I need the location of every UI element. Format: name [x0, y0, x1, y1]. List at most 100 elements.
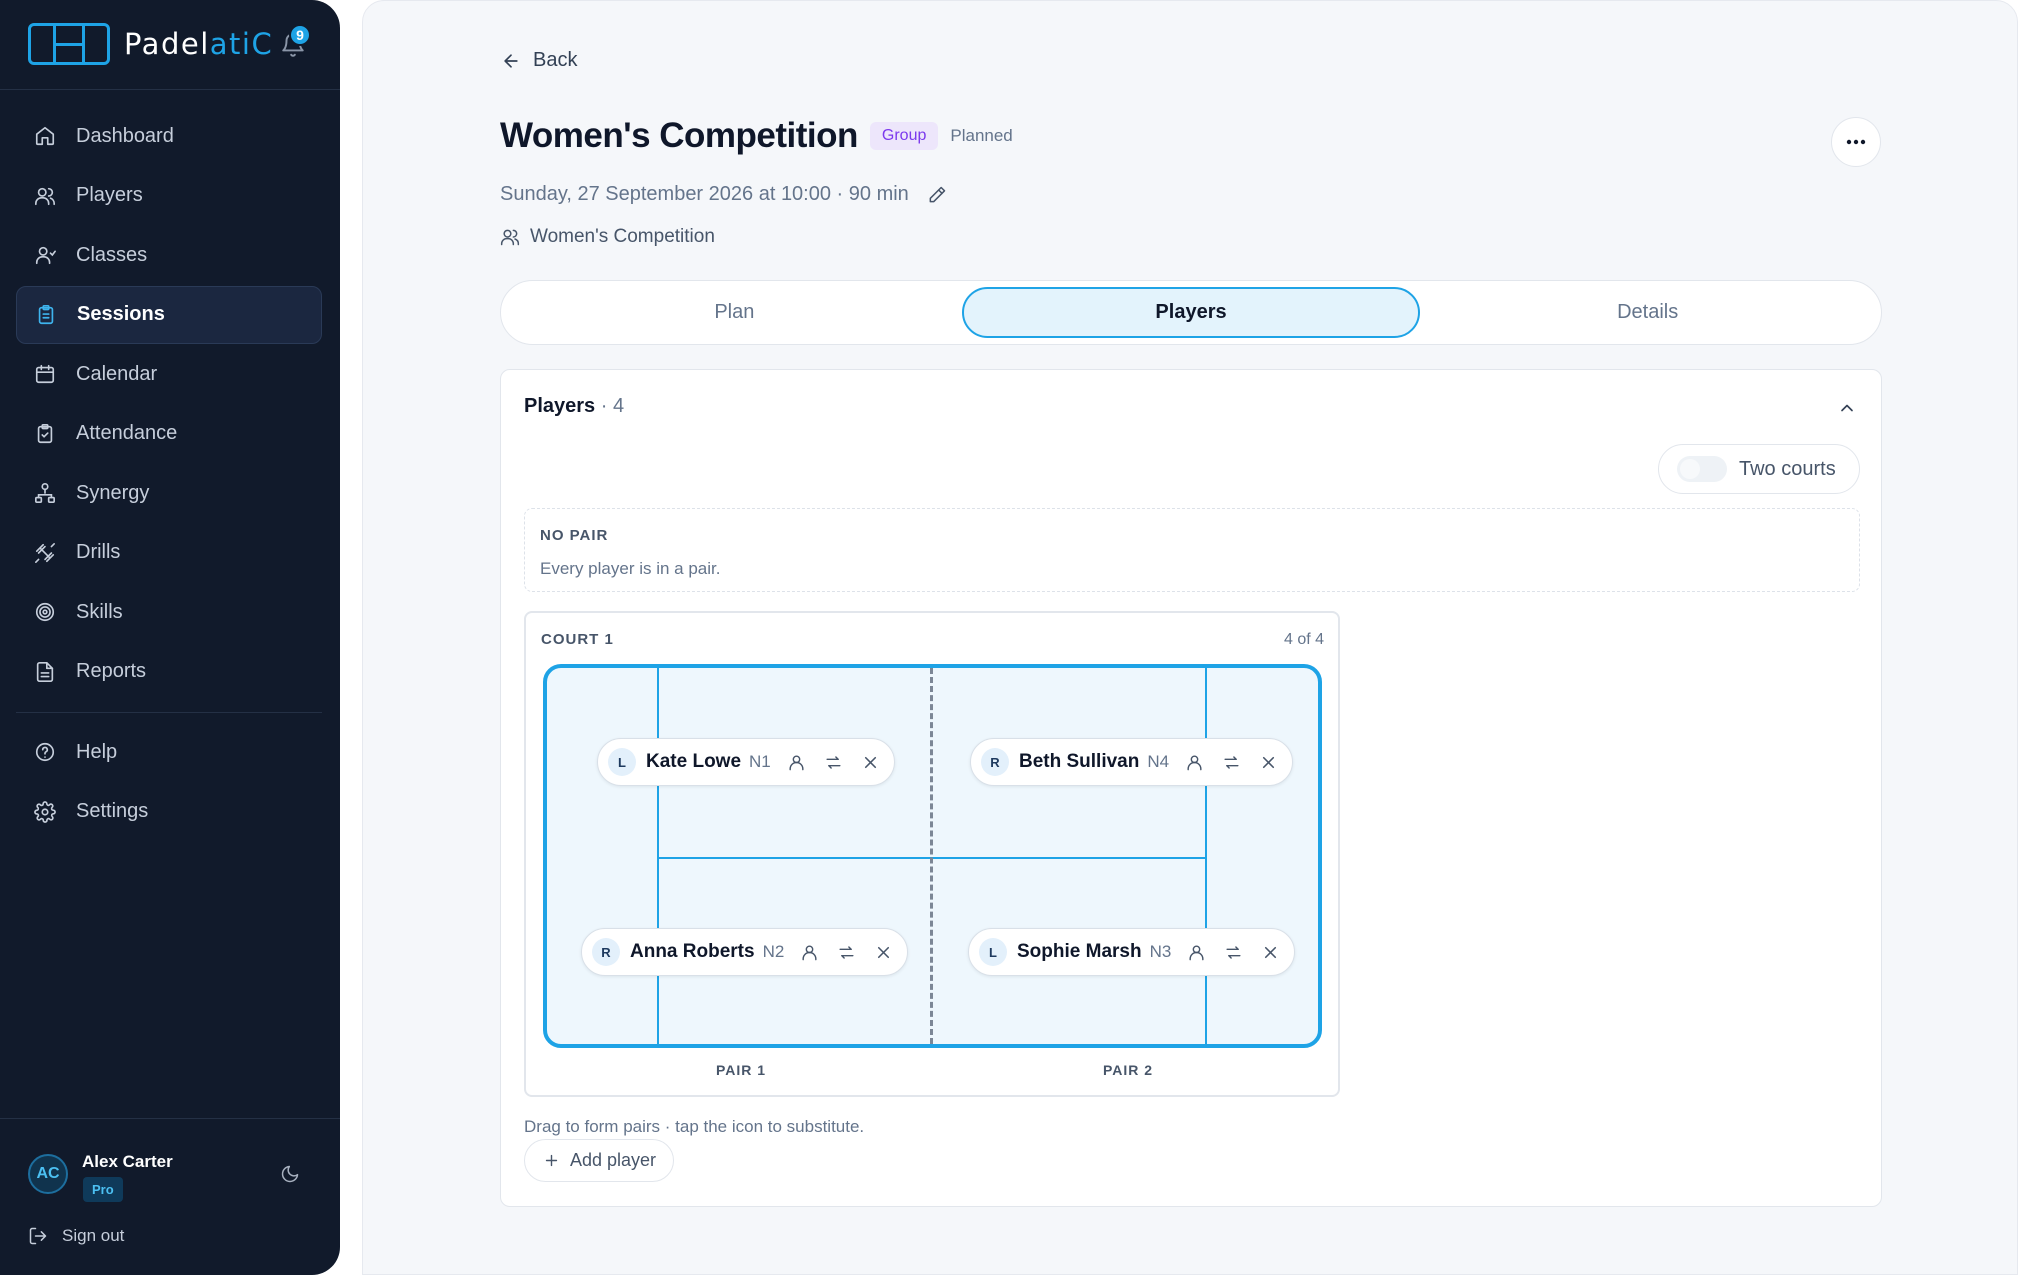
- add-player-button[interactable]: Add player: [524, 1139, 674, 1182]
- tab-bar: Plan Players Details: [500, 280, 1882, 345]
- sidebar-item-help[interactable]: Help: [16, 723, 322, 781]
- session-type-badge: Group: [869, 122, 939, 150]
- users-icon: [35, 187, 55, 205]
- drag-hint: Drag to form pairs · tap the icon to sub…: [524, 1117, 865, 1136]
- sidebar-item-players[interactable]: Players: [16, 167, 322, 225]
- more-options-button[interactable]: [1831, 117, 1881, 167]
- divider: [16, 712, 322, 713]
- tab-details[interactable]: Details: [1420, 287, 1875, 338]
- swap-icon[interactable]: [837, 943, 856, 962]
- sidebar-item-label: Sessions: [77, 303, 165, 325]
- court-card: COURT 1 4 of 4 L Kate Lowe N1 R Beth Sul…: [524, 611, 1340, 1097]
- sidebar-item-label: Dashboard: [76, 124, 174, 147]
- player-level: N1: [749, 752, 771, 771]
- ellipsis-icon: [1846, 139, 1866, 145]
- user-icon[interactable]: [1187, 943, 1206, 962]
- sidebar-item-label: Classes: [76, 243, 148, 266]
- no-pair-text: Every player is in a pair.: [540, 559, 721, 578]
- divider: [0, 1118, 340, 1119]
- swap-icon[interactable]: [1224, 943, 1243, 962]
- players-count: · 4: [600, 395, 625, 417]
- player-chip-kate-lowe[interactable]: L Kate Lowe N1: [597, 738, 895, 786]
- page-title: Women's Competition: [500, 116, 858, 155]
- pencil-icon[interactable]: [927, 185, 947, 205]
- sidebar-bottom-nav: Help Settings: [16, 723, 322, 842]
- users-icon: [500, 229, 520, 246]
- two-courts-label: Two courts: [1739, 457, 1836, 480]
- toggle-switch[interactable]: [1677, 456, 1727, 482]
- player-name: Kate Lowe: [646, 751, 742, 772]
- padel-court[interactable]: L Kate Lowe N1 R Beth Sullivan N4 R Anna…: [543, 664, 1322, 1048]
- close-icon[interactable]: [874, 943, 893, 962]
- sidebar-item-label: Attendance: [76, 422, 178, 444]
- sidebar-item-drills[interactable]: Drills: [16, 524, 322, 582]
- sidebar-item-classes[interactable]: Classes: [16, 226, 322, 284]
- swap-icon[interactable]: [824, 753, 843, 772]
- court-label: COURT 1: [541, 631, 614, 648]
- back-button[interactable]: Back: [501, 49, 577, 72]
- players-card: Players · 4 Two courts NO PAIR Every pla…: [500, 369, 1882, 1207]
- brand[interactable]: PadelatiC: [28, 22, 273, 66]
- court-count: 4 of 4: [1283, 631, 1324, 648]
- sidebar-item-dashboard[interactable]: Dashboard: [16, 107, 322, 165]
- pair-label: PAIR 1: [716, 1062, 767, 1078]
- side-badge: L: [608, 748, 636, 776]
- close-icon[interactable]: [1261, 943, 1280, 962]
- user-profile[interactable]: AC Alex Carter Pro: [28, 1152, 318, 1212]
- tab-players[interactable]: Players: [961, 287, 1421, 338]
- sidebar-item-label: Skills: [76, 600, 123, 623]
- player-level: N3: [1149, 942, 1172, 961]
- sidebar-item-label: Drills: [76, 541, 121, 563]
- arrow-left-icon: [504, 53, 518, 68]
- divider: [0, 89, 340, 90]
- moon-icon[interactable]: [280, 1164, 300, 1184]
- sidebar-item-label: Synergy: [76, 481, 150, 504]
- sidebar-item-label: Calendar: [76, 362, 158, 385]
- network-icon: [35, 483, 55, 503]
- close-icon[interactable]: [861, 753, 880, 772]
- user-icon[interactable]: [1185, 753, 1204, 772]
- document-icon: [36, 661, 54, 682]
- tab-plan[interactable]: Plan: [507, 287, 962, 338]
- side-badge: R: [981, 748, 1009, 776]
- players-card-header[interactable]: Players · 4: [524, 395, 624, 418]
- player-level: N2: [762, 942, 785, 961]
- chevron-up-icon[interactable]: [1837, 398, 1857, 418]
- pair-label: PAIR 2: [1103, 1062, 1154, 1078]
- sidebar-item-synergy[interactable]: Synergy: [16, 464, 322, 522]
- sidebar-item-skills[interactable]: Skills: [16, 583, 322, 641]
- player-chip-anna-roberts[interactable]: R Anna Roberts N2: [581, 928, 909, 976]
- player-level: N4: [1147, 752, 1170, 771]
- add-player-label: Add player: [570, 1150, 657, 1170]
- dumbbell-icon: [35, 542, 55, 563]
- sidebar-item-label: Help: [76, 740, 118, 763]
- no-pair-dropzone[interactable]: NO PAIR Every player is in a pair.: [524, 508, 1860, 592]
- players-card-title: Players: [524, 395, 596, 417]
- target-icon: [35, 602, 55, 622]
- player-name: Sophie Marsh: [1017, 941, 1142, 962]
- swap-icon[interactable]: [1222, 753, 1241, 772]
- status-badge: Planned: [950, 126, 1013, 145]
- clipboard-check-icon: [37, 423, 53, 443]
- brand-name: PadelatiC: [124, 27, 274, 61]
- sidebar-item-reports[interactable]: Reports: [16, 643, 322, 701]
- player-chip-sophie-marsh[interactable]: L Sophie Marsh N3: [968, 928, 1296, 976]
- sidebar-item-label: Reports: [76, 660, 147, 682]
- avatar: AC: [28, 1154, 68, 1194]
- sign-out-button[interactable]: Sign out: [28, 1226, 124, 1246]
- sidebar-nav: Dashboard Players Classes Sessions Calen…: [16, 107, 322, 702]
- close-icon[interactable]: [1259, 753, 1278, 772]
- sidebar-item-calendar[interactable]: Calendar: [16, 345, 322, 403]
- user-icon[interactable]: [787, 753, 806, 772]
- group-name: Women's Competition: [530, 226, 715, 247]
- padel-court-logo-icon: [28, 23, 110, 65]
- player-name: Beth Sullivan: [1019, 751, 1140, 772]
- sidebar-item-attendance[interactable]: Attendance: [16, 405, 322, 463]
- sidebar-item-sessions[interactable]: Sessions: [16, 285, 322, 344]
- user-icon[interactable]: [800, 943, 819, 962]
- sidebar-item-settings[interactable]: Settings: [16, 783, 322, 841]
- gear-icon: [34, 800, 56, 823]
- two-courts-toggle[interactable]: Two courts: [1658, 444, 1860, 494]
- player-chip-beth-sullivan[interactable]: R Beth Sullivan N4: [970, 738, 1294, 786]
- session-datetime: Sunday, 27 September 2026 at 10:00 · 90 …: [500, 183, 947, 206]
